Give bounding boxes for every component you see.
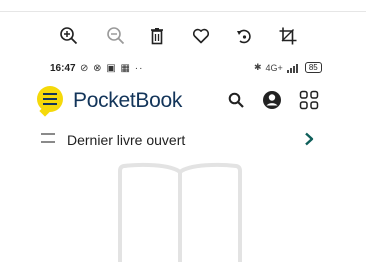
zoom-out-icon (107, 27, 125, 45)
book-placeholder-icon (118, 162, 242, 262)
delete-button[interactable] (145, 24, 169, 48)
rotate-icon (237, 29, 251, 44)
zoom-in-icon (60, 27, 78, 45)
drag-handle-icon[interactable] (41, 133, 55, 143)
grid-icon (299, 90, 319, 110)
search-button[interactable] (225, 89, 247, 111)
signal-icon (286, 63, 298, 73)
zoom-in-button[interactable] (57, 24, 81, 48)
status-bar: 16:47 ⊘ ⊗ ▣ ▦ ·· ✱ 4G+ 85 (0, 62, 366, 76)
section-open-button[interactable] (300, 129, 318, 149)
image-viewer-toolbar (0, 24, 366, 48)
signal-label: 4G+ (265, 62, 283, 73)
notification-icons: ⊘ ⊗ ▣ ▦ ·· (80, 63, 144, 74)
app-bar: PocketBook (0, 82, 366, 118)
crop-button[interactable] (276, 24, 300, 48)
apps-grid-button[interactable] (298, 89, 320, 111)
crop-icon (279, 27, 297, 45)
main-menu-button[interactable] (37, 86, 63, 112)
bluetooth-icon: ✱ (254, 62, 262, 72)
battery-icon: 85 (304, 62, 322, 73)
status-right: ✱ 4G+ 85 (254, 62, 322, 73)
heart-icon (192, 28, 210, 44)
status-time: 16:47 (50, 63, 76, 74)
favorite-button[interactable] (189, 24, 213, 48)
menu-icon (43, 93, 57, 105)
last-opened-section-header[interactable]: Dernier livre ouvert (0, 128, 366, 150)
chevron-right-icon (305, 132, 314, 146)
top-divider (0, 11, 366, 12)
search-icon (228, 92, 244, 108)
account-icon (263, 91, 281, 109)
rotate-button[interactable] (232, 24, 256, 48)
zoom-out-button[interactable] (104, 24, 128, 48)
section-title: Dernier livre ouvert (67, 132, 186, 148)
app-logo: PocketBook (73, 89, 183, 112)
trash-icon (151, 28, 163, 45)
account-button[interactable] (261, 89, 283, 111)
